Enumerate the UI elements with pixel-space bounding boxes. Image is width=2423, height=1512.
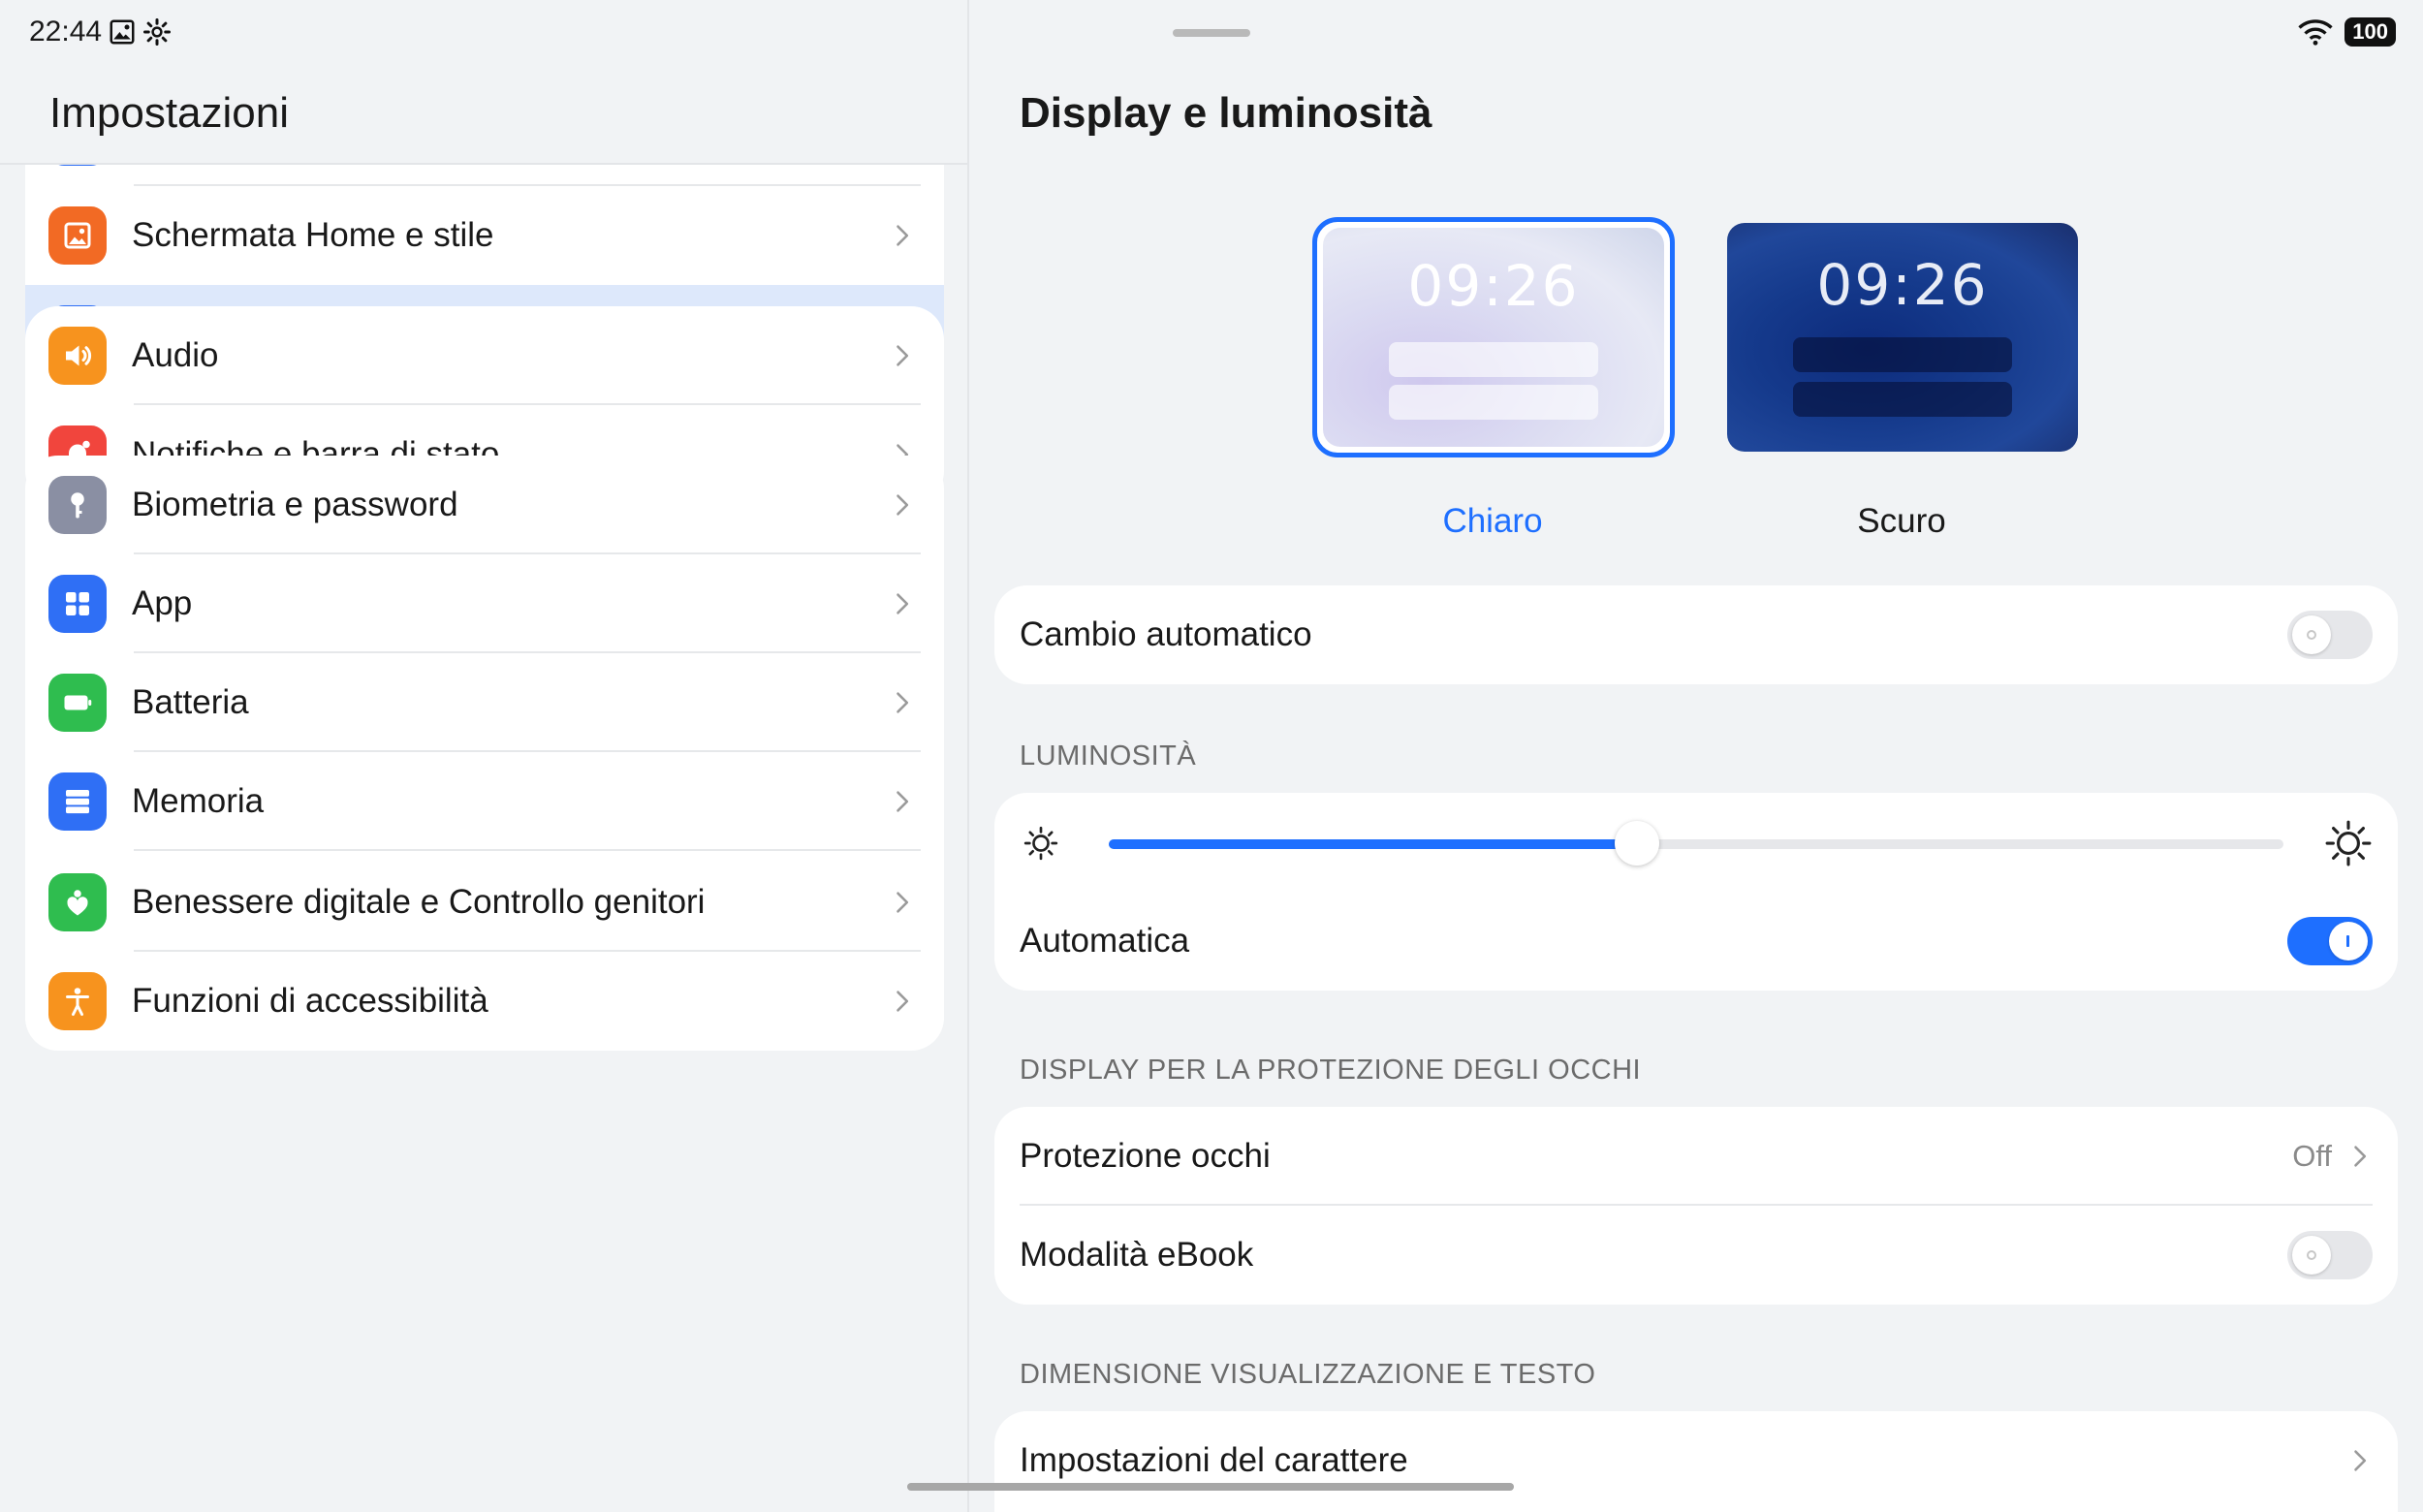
theme-dark-option[interactable]: 09:26 bbox=[1727, 223, 2078, 452]
theme-light-preview-time: 09:26 bbox=[1407, 253, 1580, 319]
chevron-right-icon bbox=[2354, 1450, 2367, 1471]
font-settings-label: Impostazioni del carattere bbox=[1020, 1441, 1408, 1479]
auto-switch-row[interactable]: Cambio automatico bbox=[994, 585, 2398, 684]
ebook-mode-toggle[interactable] bbox=[2287, 1231, 2373, 1279]
settings-item[interactable]: Benessere digitale e Controllo genitori bbox=[25, 853, 944, 952]
chevron-right-icon bbox=[897, 991, 909, 1012]
chevron-right-icon bbox=[897, 494, 909, 516]
text-size-section-header: DIMENSIONE VISUALIZZAZIONE E TESTO bbox=[1020, 1359, 1596, 1390]
accessibility-icon bbox=[48, 972, 107, 1030]
ebook-mode-row[interactable]: Modalità eBook bbox=[994, 1206, 2398, 1305]
eye-section-header: DISPLAY PER LA PROTEZIONE DEGLI OCCHI bbox=[1020, 1055, 1642, 1086]
chevron-right-icon bbox=[897, 345, 909, 366]
theme-dark-preview-time: 09:26 bbox=[1816, 252, 1989, 318]
settings-item-label: App bbox=[132, 584, 193, 622]
ebook-mode-label: Modalità eBook bbox=[1020, 1236, 1254, 1274]
page-title: Impostazioni bbox=[49, 89, 290, 137]
eye-protection-value: Off bbox=[2292, 1139, 2332, 1173]
window-drag-handle[interactable] bbox=[1173, 29, 1250, 37]
auto-switch-card: Cambio automatico bbox=[994, 585, 2398, 684]
brightness-high-icon bbox=[2325, 820, 2372, 866]
settings-item[interactable]: Funzioni per schermo grande bbox=[25, 165, 944, 186]
wellbeing-icon bbox=[48, 873, 107, 931]
settings-item[interactable]: Batteria bbox=[25, 653, 944, 752]
battery-icon bbox=[48, 674, 107, 732]
chevron-right-icon bbox=[897, 791, 909, 812]
settings-item-label: Benessere digitale e Controllo genitori bbox=[132, 883, 706, 921]
chevron-right-icon bbox=[897, 892, 909, 913]
settings-list-pane: Impostazioni Funzioni per schermo grande… bbox=[0, 0, 969, 1512]
auto-brightness-label: Automatica bbox=[1020, 922, 1190, 960]
settings-item[interactable]: Audio bbox=[25, 306, 944, 405]
wifi-icon bbox=[2298, 19, 2333, 46]
settings-item-label: Schermata Home e stile bbox=[132, 216, 494, 254]
settings-item[interactable]: Memoria bbox=[25, 752, 944, 851]
brightness-slider-thumb[interactable] bbox=[1615, 821, 1660, 866]
settings-item-label: Audio bbox=[132, 336, 219, 374]
brightness-section-header: LUMINOSITÀ bbox=[1020, 740, 1197, 772]
chevron-right-icon bbox=[897, 593, 909, 614]
eye-card: Protezione occhi Off Modalità eBook bbox=[994, 1107, 2398, 1305]
preview-bar bbox=[1389, 342, 1598, 377]
preview-bar bbox=[1389, 385, 1598, 420]
brightness-card: Automatica bbox=[994, 793, 2398, 991]
detail-title: Display e luminosità bbox=[1020, 89, 1432, 137]
settings-item-label: Biometria e password bbox=[132, 486, 458, 523]
font-settings-row[interactable]: Impostazioni del carattere bbox=[994, 1411, 2398, 1510]
settings-item[interactable]: Funzioni di accessibilità bbox=[25, 952, 944, 1051]
auto-brightness-toggle[interactable] bbox=[2287, 917, 2373, 965]
speaker-icon bbox=[48, 327, 107, 385]
wallpaper-icon bbox=[48, 206, 107, 265]
brightness-slider[interactable] bbox=[1109, 821, 2283, 866]
auto-brightness-row[interactable]: Automatica bbox=[994, 892, 2398, 991]
home-indicator[interactable] bbox=[907, 1483, 1514, 1491]
settings-scroll-area[interactable]: Funzioni per schermo grande Schermata Hom… bbox=[0, 165, 969, 1512]
chevron-right-icon bbox=[897, 692, 909, 713]
apps-grid-icon bbox=[48, 575, 107, 633]
brightness-slider-fill bbox=[1109, 839, 1638, 849]
large-screen-icon bbox=[48, 165, 107, 166]
theme-light-label[interactable]: Chiaro bbox=[1347, 502, 1638, 541]
theme-dark-label[interactable]: Scuro bbox=[1756, 502, 2047, 541]
settings-item[interactable]: App bbox=[25, 554, 944, 653]
preview-bar bbox=[1793, 382, 2012, 417]
settings-item-label: Funzioni di accessibilità bbox=[132, 982, 488, 1020]
settings-item[interactable]: Biometria e password bbox=[25, 456, 944, 554]
eye-protection-row[interactable]: Protezione occhi Off bbox=[994, 1107, 2398, 1206]
text-size-card: Impostazioni del carattere bbox=[994, 1411, 2398, 1512]
preview-bar bbox=[1793, 337, 2012, 372]
brightness-low-icon bbox=[1023, 826, 1058, 861]
auto-switch-toggle[interactable] bbox=[2287, 611, 2373, 659]
eye-protection-label: Protezione occhi bbox=[1020, 1137, 1271, 1175]
chevron-right-icon bbox=[2354, 1146, 2367, 1167]
settings-group: Benessere digitale e Controllo genitori F… bbox=[25, 853, 944, 1051]
brightness-slider-row bbox=[994, 793, 2398, 892]
auto-switch-label: Cambio automatico bbox=[1020, 615, 1312, 653]
theme-light-option[interactable]: 09:26 bbox=[1312, 217, 1675, 457]
settings-item-label: Memoria bbox=[132, 782, 265, 820]
settings-item-label: Batteria bbox=[132, 683, 249, 721]
settings-item[interactable]: Schermata Home e stile bbox=[25, 186, 944, 285]
key-icon bbox=[48, 476, 107, 534]
chevron-right-icon bbox=[897, 225, 909, 246]
status-bar-right: 100 bbox=[2298, 17, 2396, 47]
storage-icon bbox=[48, 772, 107, 831]
battery-level: 100 bbox=[2344, 17, 2396, 47]
